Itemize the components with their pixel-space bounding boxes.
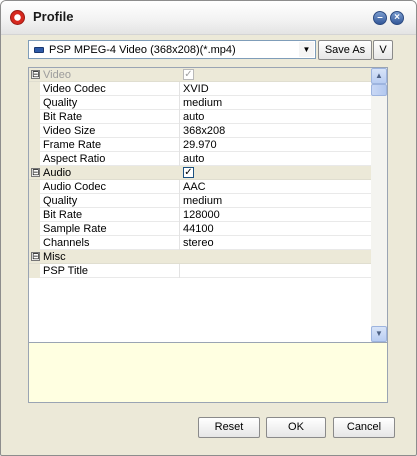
video-format-icon <box>34 47 44 53</box>
property-name: Quality <box>43 195 78 207</box>
description-panel <box>28 343 388 403</box>
close-icon[interactable]: × <box>390 11 404 25</box>
property-value[interactable]: medium <box>183 195 222 207</box>
reset-button[interactable]: Reset <box>198 417 260 438</box>
cancel-button[interactable]: Cancel <box>333 417 395 438</box>
property-value[interactable]: auto <box>183 111 204 123</box>
property-name: Frame Rate <box>43 139 102 151</box>
property-name: Channels <box>43 237 90 249</box>
property-row[interactable]: Bit Rate 128000 <box>29 208 371 222</box>
property-name: Bit Rate <box>43 111 83 123</box>
column-divider <box>179 180 180 194</box>
property-row[interactable]: Quality medium <box>29 96 371 110</box>
column-divider <box>179 124 180 138</box>
property-row[interactable]: Quality medium <box>29 194 371 208</box>
column-divider <box>179 96 180 110</box>
profile-select-value: PSP MPEG-4 Video (368x208)(*.mp4) <box>49 44 236 56</box>
property-value[interactable]: 128000 <box>183 209 220 221</box>
vertical-scrollbar[interactable]: ▲ ▼ <box>371 68 387 342</box>
column-divider <box>179 208 180 222</box>
column-divider <box>179 82 180 96</box>
row-margin <box>29 138 40 152</box>
profile-toolbar: PSP MPEG-4 Video (368x208)(*.mp4) ▼ Save… <box>28 40 393 60</box>
property-value[interactable]: 29.970 <box>183 139 217 151</box>
row-margin <box>29 208 40 222</box>
window-title: Profile <box>33 9 74 24</box>
app-logo-icon <box>10 10 25 25</box>
category-label: Audio <box>43 167 72 179</box>
property-name: Quality <box>43 97 78 109</box>
property-value[interactable]: AAC <box>183 181 206 193</box>
property-row[interactable]: Bit Rate auto <box>29 110 371 124</box>
category-audio[interactable]: ⊟ Audio ✓ <box>29 166 371 180</box>
save-as-menu-button[interactable]: V <box>373 40 393 60</box>
property-row[interactable]: Frame Rate 29.970 <box>29 138 371 152</box>
property-name: Bit Rate <box>43 209 83 221</box>
property-name: Sample Rate <box>43 223 107 235</box>
property-name: PSP Title <box>43 265 89 277</box>
collapse-icon[interactable]: ⊟ <box>31 168 40 177</box>
column-divider <box>179 194 180 208</box>
scroll-down-icon[interactable]: ▼ <box>371 326 387 342</box>
profile-window: Profile – × PSP MPEG-4 Video (368x208)(*… <box>0 0 417 456</box>
category-misc[interactable]: ⊟ Misc <box>29 250 371 264</box>
profile-select[interactable]: PSP MPEG-4 Video (368x208)(*.mp4) ▼ <box>28 40 316 59</box>
category-label: Video <box>43 69 71 81</box>
property-grid: ⊟ Video ✓ Video Codec XVID Quality medium Bi… <box>28 67 388 343</box>
row-margin <box>29 152 40 166</box>
row-margin <box>29 124 40 138</box>
audio-enabled-checkbox[interactable]: ✓ <box>183 167 194 178</box>
property-row[interactable]: Sample Rate 44100 <box>29 222 371 236</box>
property-name: Aspect Ratio <box>43 153 106 165</box>
column-divider <box>179 222 180 236</box>
property-row[interactable]: Audio Codec AAC <box>29 180 371 194</box>
minimize-icon[interactable]: – <box>373 11 387 25</box>
category-video[interactable]: ⊟ Video ✓ <box>29 68 371 82</box>
row-margin <box>29 236 40 250</box>
property-row[interactable]: PSP Title <box>29 264 371 278</box>
row-margin <box>29 222 40 236</box>
property-value[interactable]: 44100 <box>183 223 214 235</box>
property-name: Video Size <box>43 125 96 137</box>
property-row[interactable]: Video Codec XVID <box>29 82 371 96</box>
property-grid-rows: ⊟ Video ✓ Video Codec XVID Quality medium Bi… <box>29 68 371 342</box>
row-margin <box>29 110 40 124</box>
property-row[interactable]: Channels stereo <box>29 236 371 250</box>
row-margin <box>29 264 40 278</box>
property-row[interactable]: Aspect Ratio auto <box>29 152 371 166</box>
scroll-up-icon[interactable]: ▲ <box>371 68 387 84</box>
ok-button[interactable]: OK <box>266 417 326 438</box>
collapse-icon[interactable]: ⊟ <box>31 70 40 79</box>
column-divider <box>179 236 180 250</box>
row-margin <box>29 180 40 194</box>
column-divider <box>179 152 180 166</box>
row-margin <box>29 82 40 96</box>
chevron-down-icon[interactable]: ▼ <box>299 42 314 57</box>
property-value[interactable]: 368x208 <box>183 125 225 137</box>
collapse-icon[interactable]: ⊟ <box>31 252 40 261</box>
property-row[interactable]: Video Size 368x208 <box>29 124 371 138</box>
property-value[interactable]: stereo <box>183 237 214 249</box>
column-divider <box>179 138 180 152</box>
row-margin <box>29 96 40 110</box>
property-name: Video Codec <box>43 83 106 95</box>
scrollbar-thumb[interactable] <box>371 84 387 96</box>
row-margin <box>29 194 40 208</box>
video-enabled-checkbox[interactable]: ✓ <box>183 69 194 80</box>
property-value[interactable]: XVID <box>183 83 209 95</box>
property-name: Audio Codec <box>43 181 106 193</box>
column-divider <box>179 264 180 278</box>
column-divider <box>179 110 180 124</box>
category-label: Misc <box>43 251 66 263</box>
save-as-button[interactable]: Save As <box>318 40 372 60</box>
title-bar[interactable]: Profile – × <box>1 1 416 35</box>
property-value[interactable]: auto <box>183 153 204 165</box>
property-value[interactable]: medium <box>183 97 222 109</box>
